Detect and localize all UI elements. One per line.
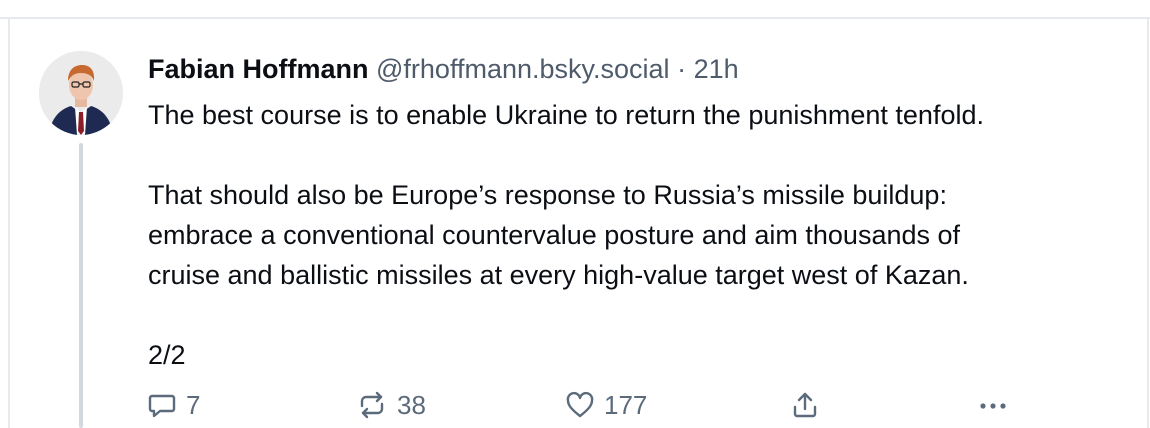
more-icon (980, 403, 1006, 409)
card-right-border (1147, 17, 1149, 428)
avatar-photo (39, 51, 123, 135)
card-left-border (8, 17, 10, 428)
post-timestamp[interactable]: 21h (694, 54, 739, 84)
post-line: cruise and ballistic missiles at every h… (148, 260, 969, 290)
like-count: 177 (604, 390, 648, 420)
repost-count: 38 (397, 390, 426, 420)
reply-button[interactable]: 7 (147, 388, 200, 422)
author-name[interactable]: Fabian Hoffmann (148, 54, 369, 84)
post-body: The best course is to enable Ukraine to … (148, 95, 1138, 375)
share-button[interactable] (790, 388, 820, 422)
reply-count: 7 (186, 390, 201, 420)
author-handle[interactable]: @frhoffmann.bsky.social (376, 54, 670, 84)
post-line: 2/2 (148, 340, 186, 370)
card-top-border (0, 17, 1150, 19)
header-separator: · (677, 54, 687, 84)
avatar[interactable] (39, 51, 123, 135)
post-line: The best course is to enable Ukraine to … (148, 100, 984, 130)
repost-button[interactable]: 38 (356, 388, 426, 422)
post-card[interactable]: Fabian Hoffmann @frhoffmann.bsky.social … (0, 0, 1150, 428)
repost-icon (360, 391, 384, 419)
thread-line (79, 143, 83, 428)
more-button[interactable] (976, 388, 1010, 422)
share-icon (793, 392, 817, 418)
reply-icon (148, 394, 176, 418)
post-header: Fabian Hoffmann @frhoffmann.bsky.social … (148, 53, 739, 85)
post-line: embrace a conventional countervalue post… (148, 220, 961, 250)
post-actions: 7 38 177 (0, 388, 1150, 422)
like-button[interactable]: 177 (565, 388, 647, 422)
post-line: That should also be Europe’s response to… (148, 180, 947, 210)
heart-icon (566, 391, 594, 418)
